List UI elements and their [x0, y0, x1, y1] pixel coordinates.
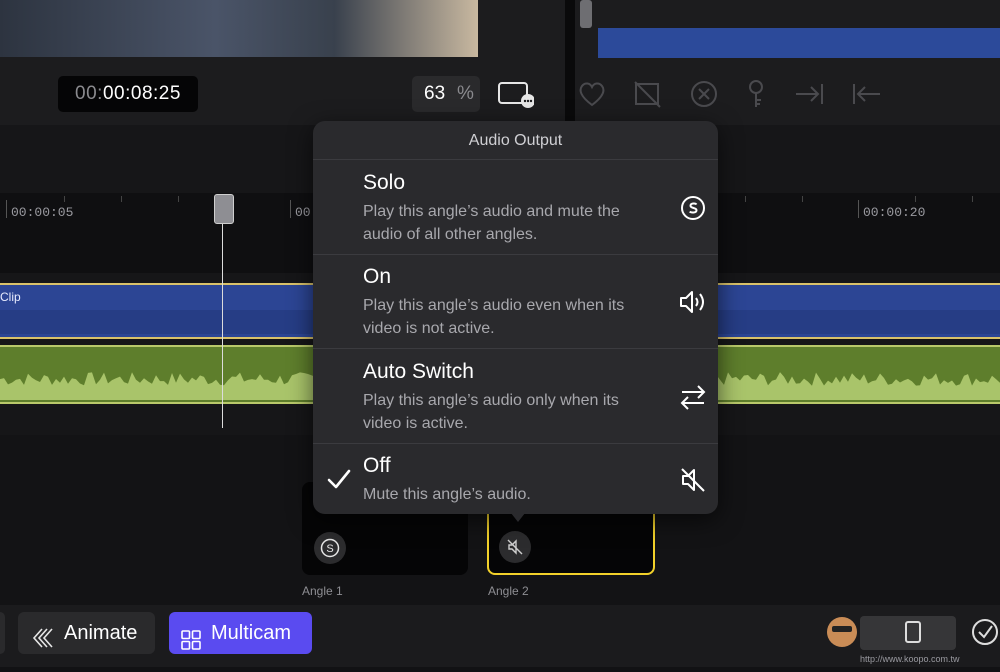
clip-trim-handle[interactable]: [580, 0, 592, 28]
ruler-tick: [290, 200, 291, 218]
option-description: Mute this angle’s audio.: [363, 483, 663, 506]
option-desc-line: audio of all other angles.: [363, 226, 538, 243]
ruler-tick: [6, 200, 7, 218]
ruler-minor-tick: [802, 196, 803, 202]
option-desc-line: Play this angle’s audio even when its: [363, 297, 625, 314]
option-description: Play this angle’s audio even when its vi…: [363, 294, 663, 340]
speaker-muted-icon: [678, 465, 708, 495]
option-title: Solo: [363, 171, 406, 194]
animate-button[interactable]: Animate: [18, 612, 155, 654]
ruler-minor-tick: [178, 196, 179, 202]
multicam-button[interactable]: Multicam: [169, 612, 312, 654]
playhead-handle[interactable]: [214, 194, 234, 224]
reject-icon[interactable]: [632, 78, 664, 110]
panel-divider[interactable]: [565, 0, 575, 125]
timecode-prefix: 00:: [75, 83, 103, 104]
option-desc-line: video is not active.: [363, 320, 495, 337]
toolbar-scroll-stub[interactable]: [0, 612, 5, 654]
option-title: On: [363, 265, 392, 288]
video-preview[interactable]: [0, 0, 478, 57]
multicam-grid-icon: [181, 623, 201, 665]
solo-badge-letter: S: [326, 543, 333, 555]
viewer-options-icon[interactable]: [498, 80, 535, 110]
ruler-minor-tick: [64, 196, 65, 202]
option-title: Off: [363, 454, 391, 477]
animate-icon: [32, 622, 56, 664]
popover-title: Audio Output: [468, 132, 563, 149]
ruler-minor-tick: [972, 196, 973, 202]
animate-label: Animate: [64, 622, 138, 644]
option-desc-line: video is active.: [363, 415, 468, 432]
ruler-minor-tick: [121, 196, 122, 202]
option-desc-line: Play this angle’s audio only when its: [363, 392, 619, 409]
timecode-main: 00:08:25: [102, 83, 181, 104]
watermark-url: http://www.koopo.com.tw: [860, 654, 960, 664]
zoom-level-field[interactable]: 63 %: [412, 76, 480, 112]
browser-clip-strip[interactable]: [598, 28, 1000, 58]
ruler-minor-tick: [745, 196, 746, 202]
switch-arrows-icon: [678, 382, 708, 412]
checkmark-icon: [326, 466, 352, 492]
option-description: Play this angle’s audio and mute the aud…: [363, 200, 663, 246]
option-description: Play this angle’s audio only when its vi…: [363, 389, 663, 435]
timecode-display: 00:00:08:25: [58, 76, 198, 112]
muted-badge-icon[interactable]: [499, 531, 531, 563]
ruler-tick: [858, 200, 859, 218]
option-desc-line: Mute this angle’s audio.: [363, 486, 531, 503]
clear-rating-icon[interactable]: [688, 78, 720, 110]
solo-badge-icon[interactable]: S: [314, 532, 346, 564]
clip-label: Clip: [0, 290, 21, 304]
multicam-label: Multicam: [211, 622, 292, 644]
favorite-icon[interactable]: [576, 78, 608, 110]
solo-icon: [678, 193, 708, 223]
ruler-minor-tick: [915, 196, 916, 202]
zoom-value: 63: [424, 83, 446, 104]
ruler-label: 00:00:20: [863, 205, 926, 220]
speaker-icon: [678, 287, 708, 317]
angle-label: Angle 2: [488, 584, 529, 598]
mark-out-icon[interactable]: [850, 78, 882, 110]
playhead-line: [222, 214, 223, 428]
mark-in-icon[interactable]: [794, 78, 826, 110]
ruler-label: 00:00:05: [11, 205, 74, 220]
site-watermark: http://www.koopo.com.tw: [820, 610, 1000, 667]
zoom-unit: %: [457, 83, 474, 104]
option-title: Auto Switch: [363, 360, 474, 383]
option-desc-line: Play this angle’s audio and mute the: [363, 203, 620, 220]
keyword-icon[interactable]: [740, 78, 772, 110]
angle-label: Angle 1: [302, 584, 343, 598]
